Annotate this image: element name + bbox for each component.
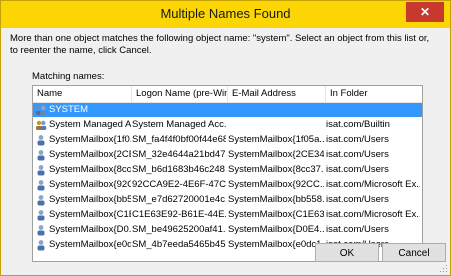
table-row[interactable]: SystemMailbox{bb5...SM_e7d62720001e4c...… bbox=[33, 193, 422, 207]
user-icon bbox=[35, 179, 47, 191]
cell-folder: isat.com/Users bbox=[326, 194, 389, 205]
column-header-folder[interactable]: In Folder bbox=[326, 86, 422, 102]
cell-logon-name: System Managed Acc... bbox=[132, 119, 226, 130]
table-row[interactable]: SystemMailbox{92C...92CCA9E2-4E6F-47C...… bbox=[33, 178, 422, 192]
cell-name: SystemMailbox{C1E... bbox=[49, 209, 131, 220]
cell-email: SystemMailbox{8cc37... bbox=[228, 164, 324, 175]
user-icon bbox=[35, 134, 47, 146]
cell-email: SystemMailbox{1f05a... bbox=[228, 134, 324, 145]
user-icon bbox=[35, 149, 47, 161]
table-row[interactable]: SystemMailbox{8cc... SM_b6d1683b46c248...… bbox=[33, 163, 422, 177]
cell-email: SystemMailbox{2CE34... bbox=[228, 149, 324, 160]
table-row[interactable]: System Managed A... System Managed Acc...… bbox=[33, 118, 422, 132]
user-icon bbox=[35, 164, 47, 176]
cell-folder: isat.com/Users bbox=[326, 134, 389, 145]
list-header: Name Logon Name (pre-Win... E-Mail Addre… bbox=[33, 86, 422, 103]
cell-email: SystemMailbox{D0E4... bbox=[228, 224, 324, 235]
cell-logon-name: SM_32e4644a21bd47... bbox=[132, 149, 226, 160]
table-row[interactable]: SystemMailbox{C1E...C1E63E92-B61E-44E...… bbox=[33, 208, 422, 222]
cell-name: System Managed A... bbox=[49, 119, 131, 130]
cell-name: SYSTEM bbox=[49, 104, 89, 115]
column-header-name[interactable]: Name bbox=[33, 86, 132, 102]
cell-name: SystemMailbox{bb5... bbox=[49, 194, 131, 205]
user-icon bbox=[35, 194, 47, 206]
cell-name: SystemMailbox{8cc... bbox=[49, 164, 131, 175]
cell-logon-name: 92CCA9E2-4E6F-47C... bbox=[132, 179, 226, 190]
cancel-button[interactable]: Cancel bbox=[382, 243, 446, 262]
resize-grip-icon[interactable] bbox=[440, 265, 448, 273]
cell-email: SystemMailbox{bb558... bbox=[228, 194, 324, 205]
user-icon bbox=[35, 224, 47, 236]
cell-email bbox=[228, 103, 324, 117]
cell-name: SystemMailbox{e0d... bbox=[49, 239, 131, 250]
cell-logon-name: C1E63E92-B61E-44E... bbox=[132, 209, 226, 220]
cell-folder: isat.com/Microsoft Ex... bbox=[326, 179, 420, 190]
cell-logon-name: SM_fa4f4f0bf00f44e68 bbox=[132, 134, 226, 145]
column-header-email[interactable]: E-Mail Address bbox=[228, 86, 326, 102]
matching-names-list[interactable]: Name Logon Name (pre-Win... E-Mail Addre… bbox=[32, 85, 423, 262]
multiple-names-dialog: Multiple Names Found ✕ More than one obj… bbox=[0, 0, 451, 276]
cell-name: SystemMailbox{1f0... bbox=[49, 134, 131, 145]
cell-name: SystemMailbox{D0... bbox=[49, 224, 131, 235]
close-button[interactable]: ✕ bbox=[406, 2, 444, 22]
ok-button[interactable]: OK bbox=[315, 243, 379, 262]
instruction-text: More than one object matches the followi… bbox=[10, 33, 430, 56]
cell-folder: isat.com/Users bbox=[326, 224, 389, 235]
cell-name: SystemMailbox{2CE... bbox=[49, 149, 131, 160]
table-row[interactable]: SystemMailbox{1f0... SM_fa4f4f0bf00f44e68… bbox=[33, 133, 422, 147]
cell-folder: isat.com/Microsoft Ex... bbox=[326, 209, 420, 220]
cell-logon-name: SM_be49625200af41... bbox=[132, 224, 226, 235]
cell-logon-name: SM_4b7eeda5465b45... bbox=[132, 239, 226, 250]
column-header-logon-name[interactable]: Logon Name (pre-Win... bbox=[132, 86, 228, 102]
table-row[interactable]: SystemMailbox{2CE...SM_32e4644a21bd47...… bbox=[33, 148, 422, 162]
user-icon bbox=[35, 209, 47, 221]
user-icon bbox=[35, 239, 47, 251]
cell-folder: isat.com/Users bbox=[326, 149, 389, 160]
cell-folder: isat.com/Users bbox=[326, 164, 389, 175]
cell-email: SystemMailbox{92CC... bbox=[228, 179, 324, 190]
cell-name: SystemMailbox{92C... bbox=[49, 179, 131, 190]
cell-email bbox=[228, 118, 324, 132]
group-icon bbox=[35, 104, 47, 116]
cell-email: SystemMailbox{e0dc1... bbox=[228, 239, 324, 250]
cell-logon-name bbox=[132, 103, 226, 117]
cell-logon-name: SM_b6d1683b46c248... bbox=[132, 164, 226, 175]
cell-email: SystemMailbox{C1E63... bbox=[228, 209, 324, 220]
cell-folder: isat.com/Builtin bbox=[326, 119, 390, 130]
user-group-icon bbox=[35, 119, 47, 131]
cell-logon-name: SM_e7d62720001e4c... bbox=[132, 194, 226, 205]
table-row[interactable]: SYSTEM bbox=[33, 103, 422, 117]
dialog-content: More than one object matches the followi… bbox=[1, 28, 450, 275]
dialog-title: Multiple Names Found bbox=[160, 6, 291, 21]
title-bar[interactable]: Multiple Names Found ✕ bbox=[1, 1, 450, 28]
cell-folder bbox=[326, 103, 420, 117]
table-row[interactable]: SystemMailbox{D0... SM_be49625200af41... S… bbox=[33, 223, 422, 237]
matching-names-label: Matching names: bbox=[32, 71, 105, 82]
